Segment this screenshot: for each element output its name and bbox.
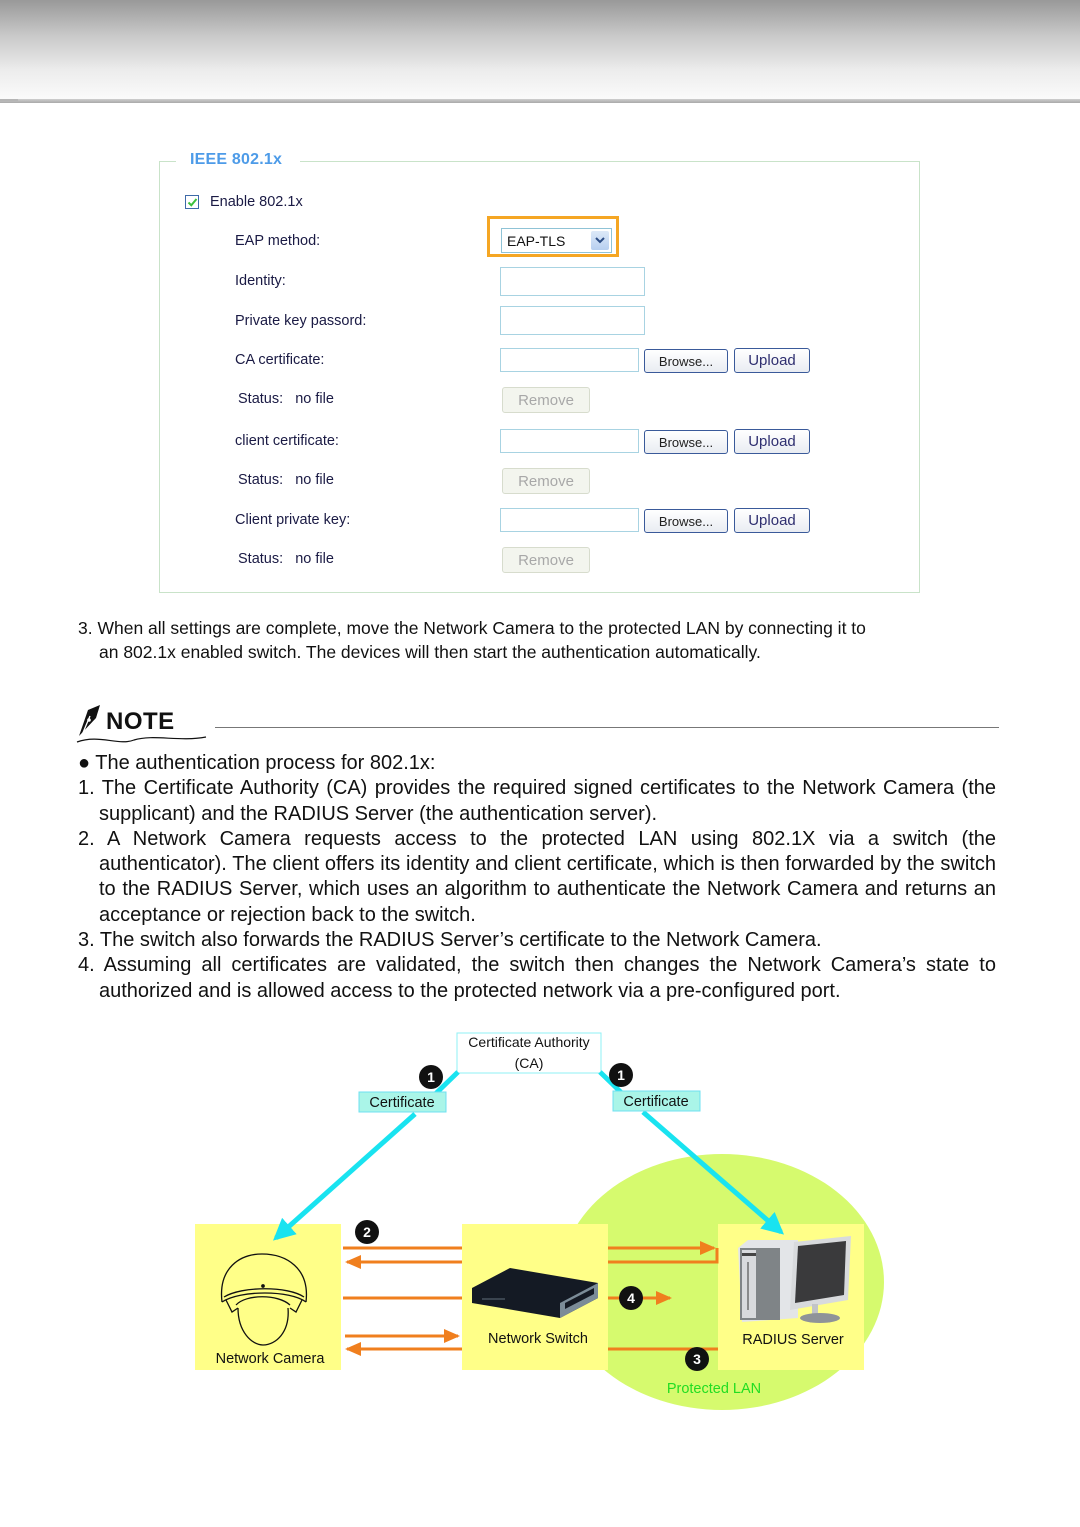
ca-certificate-upload-button[interactable]: Upload [734,348,810,373]
step-3-line-1: 3. When all settings are complete, move … [78,618,866,638]
client-certificate-remove-button[interactable]: Remove [502,468,590,494]
note-body: ● The authentication process for 802.1x:… [78,751,996,1004]
step-badge-3: 3 [685,1347,709,1371]
note-item-1: 1. The Certificate Authority (CA) provid… [78,777,996,825]
eap-method-value: EAP-TLS [507,233,566,249]
protected-lan-label: Protected LAN [667,1381,761,1397]
note-item-2: 2. A Network Camera requests access to t… [78,827,996,926]
svg-text:1: 1 [617,1067,625,1083]
note-intro: ● The authentication process for 802.1x: [78,752,436,774]
note-divider [215,727,999,728]
private-key-password-label: Private key passord: [235,313,367,329]
network-camera-label: Network Camera [216,1351,326,1367]
private-key-status-value: no file [295,551,334,567]
client-certificate-file-input[interactable] [500,429,639,453]
ca-status-value: no file [295,391,334,407]
authentication-diagram: Certificate Authority (CA) Certificate C… [195,1032,884,1410]
svg-text:3: 3 [693,1351,701,1367]
client-cert-status-label: Status: no file [238,472,334,488]
private-key-status-label: Status: no file [238,551,334,567]
identity-label: Identity: [235,273,286,289]
ca-certificate-browse-button[interactable]: Browse... [644,349,728,373]
step-3-line-2: an 802.1x enabled switch. The devices wi… [99,642,761,662]
page-header-band [0,0,1080,100]
ca-certificate-file-input[interactable] [500,348,639,372]
step-3-paragraph: 3. When all settings are complete, move … [78,616,996,664]
client-cert-status-value: no file [295,472,334,488]
certificate-to-camera-arrow [273,1112,417,1241]
checkmark-icon [187,198,198,207]
ca-label-line-2: (CA) [515,1055,544,1071]
ca-label-line-1: Certificate Authority [468,1034,589,1050]
eap-method-select[interactable]: EAP-TLS [501,228,612,253]
certificate-label-right: Certificate [623,1094,688,1110]
client-private-key-browse-button[interactable]: Browse... [644,509,728,533]
eap-method-label: EAP method: [235,233,321,249]
identity-input[interactable] [500,267,645,296]
step-badge-4: 4 [619,1286,643,1310]
radius-server-label: RADIUS Server [742,1332,844,1348]
client-private-key-label: Client private key: [235,512,351,528]
client-private-key-file-input[interactable] [500,508,639,532]
svg-text:1: 1 [427,1069,435,1085]
step-badge-2: 2 [355,1220,379,1244]
private-key-password-input[interactable] [500,306,645,335]
chevron-down-icon [595,237,605,244]
ca-certificate-remove-button[interactable]: Remove [502,387,590,413]
client-certificate-browse-button[interactable]: Browse... [644,430,728,454]
note-title: NOTE [106,708,175,735]
network-switch-label: Network Switch [488,1331,588,1347]
dropdown-button[interactable] [591,231,609,250]
enable-8021x-checkbox[interactable] [185,195,199,209]
enable-8021x-label: Enable 802.1x [210,194,303,210]
client-certificate-upload-button[interactable]: Upload [734,429,810,454]
panel-legend: IEEE 802.1x [184,151,293,169]
svg-text:4: 4 [627,1290,635,1306]
note-item-4: 4. Assuming all certificates are validat… [78,954,996,1002]
client-certificate-label: client certificate: [235,433,339,449]
ca-certificate-label: CA certificate: [235,352,325,368]
step-badge-1-right: 1 [609,1063,633,1087]
client-private-key-remove-button[interactable]: Remove [502,547,590,573]
svg-text:2: 2 [363,1224,371,1240]
step-badge-1-left: 1 [419,1065,443,1089]
header-divider [0,99,1080,103]
certificate-label-left: Certificate [369,1095,434,1111]
note-item-3: 3. The switch also forwards the RADIUS S… [78,929,822,952]
client-private-key-upload-button[interactable]: Upload [734,508,810,533]
ca-status-label: Status: no file [238,391,334,407]
